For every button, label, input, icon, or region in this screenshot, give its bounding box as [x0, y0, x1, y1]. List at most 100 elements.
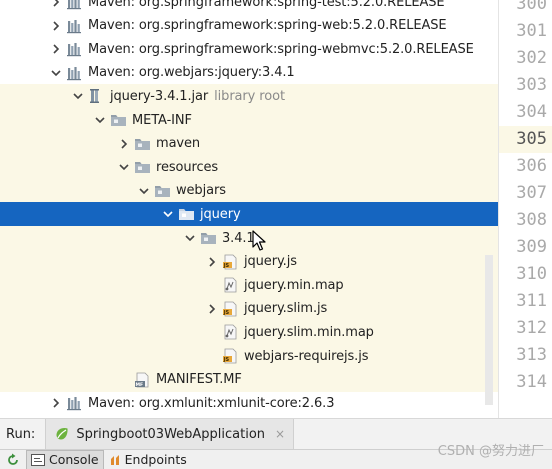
- line-number: 314: [516, 372, 547, 392]
- chevron-down-icon[interactable]: [116, 159, 132, 175]
- chevron-right-icon[interactable]: [48, 0, 64, 10]
- tree-row[interactable]: META-INF: [0, 108, 498, 132]
- js-file-icon: JS: [222, 254, 240, 270]
- tree-row[interactable]: jquery-3.4.1.jar library root: [0, 84, 498, 109]
- package-folder-icon: [178, 206, 196, 222]
- tree-row[interactable]: jquery.slim.min.map: [0, 320, 498, 345]
- svg-text:JS: JS: [223, 357, 230, 363]
- chevron-down-icon[interactable]: [48, 65, 64, 81]
- chevron-right-icon[interactable]: [116, 136, 132, 152]
- tree-row-label: META-INF: [132, 112, 192, 128]
- tree-row[interactable]: MF MANIFEST.MF: [0, 367, 498, 392]
- run-tab[interactable]: Springboot03WebApplication ×: [45, 419, 295, 449]
- line-number: 307: [516, 183, 547, 203]
- tree-row[interactable]: resources: [0, 155, 498, 180]
- chevron-right-icon[interactable]: [48, 395, 64, 411]
- tree-row-label: webjars: [176, 183, 226, 199]
- tree-row-label: webjars-requirejs.js: [244, 348, 369, 364]
- line-number: 305: [499, 126, 552, 153]
- rerun-icon: [6, 453, 20, 467]
- line-number: 301: [516, 21, 547, 41]
- tree-row-label: Maven: org.springframework:spring-web:5.…: [88, 18, 447, 34]
- tree-row-label: MANIFEST.MF: [156, 372, 242, 388]
- tree-row[interactable]: jquery.min.map: [0, 273, 498, 298]
- tree-row-label: Maven: org.xmlunit:xmlunit-core:2.6.3: [88, 395, 335, 411]
- tree-row-label: jquery.js: [244, 254, 297, 270]
- tree-row-label: maven: [156, 136, 201, 152]
- line-number: 304: [516, 102, 547, 122]
- library-icon: [66, 65, 84, 81]
- tree-row[interactable]: Maven: org.webjars:jquery:3.4.1: [0, 61, 498, 85]
- tree-row-hint: library root: [214, 88, 285, 104]
- tree-row-label: jquery-3.4.1.jar: [110, 88, 209, 104]
- chevron-down-icon[interactable]: [70, 88, 86, 104]
- tree-row[interactable]: 3.4.1: [0, 226, 498, 250]
- line-number: 310: [516, 264, 547, 284]
- endpoints-icon: [108, 453, 122, 467]
- tree-row-selected[interactable]: jquery: [0, 202, 498, 227]
- js-file-icon: JS: [222, 301, 240, 317]
- line-number: 313: [516, 345, 547, 365]
- tree-row-label: jquery: [200, 206, 241, 222]
- svg-text:JS: JS: [223, 310, 230, 316]
- package-folder-icon: [154, 183, 172, 199]
- tree-row[interactable]: maven: [0, 131, 498, 156]
- line-number: 306: [516, 156, 547, 176]
- tree-row-label: Maven: org.springframework:spring-webmvc…: [88, 41, 474, 57]
- tree-row[interactable]: Maven: org.springframework:spring-web:5.…: [0, 14, 498, 38]
- map-file-icon: [222, 324, 240, 340]
- tree-row-label: jquery.slim.min.map: [244, 324, 374, 340]
- tree-row[interactable]: Maven: org.xmlunit:xmlunit-core:2.6.3: [0, 391, 498, 415]
- rerun-button[interactable]: [0, 450, 26, 469]
- tree-row[interactable]: JS jquery.slim.js: [0, 296, 498, 321]
- map-file-icon: [222, 277, 240, 293]
- chevron-down-icon[interactable]: [160, 206, 176, 222]
- close-icon[interactable]: ×: [275, 427, 285, 441]
- console-icon: [31, 453, 45, 466]
- tree-row[interactable]: Maven: org.springframework:spring-test:5…: [0, 0, 498, 14]
- tree-row[interactable]: JS jquery.js: [0, 249, 498, 274]
- chevron-right-icon[interactable]: [48, 18, 64, 34]
- console-tab[interactable]: Console: [26, 449, 104, 469]
- chevron-right-icon[interactable]: [204, 254, 220, 270]
- line-number: 303: [516, 75, 547, 95]
- js-file-icon: JS: [222, 348, 240, 364]
- tree-row-label: jquery.min.map: [244, 277, 344, 293]
- chevron-down-icon[interactable]: [136, 183, 152, 199]
- endpoints-tab[interactable]: Endpoints: [104, 450, 191, 469]
- tree-row-label: resources: [156, 159, 219, 175]
- watermark: CSDN @努力进厂: [437, 444, 544, 459]
- tree-row[interactable]: webjars: [0, 178, 498, 203]
- library-icon: [66, 0, 84, 10]
- line-number: 300: [516, 0, 547, 14]
- tree-row[interactable]: Maven: org.springframework:spring-webmvc…: [0, 37, 498, 61]
- svg-text:JS: JS: [223, 263, 230, 269]
- run-label: Run:: [6, 426, 36, 442]
- run-tab-label: Springboot03WebApplication: [76, 426, 266, 442]
- package-folder-icon: [110, 112, 128, 128]
- tree-row[interactable]: JS webjars-requirejs.js: [0, 344, 498, 368]
- line-number: 308: [516, 210, 547, 230]
- package-folder-icon: [134, 159, 152, 175]
- spring-boot-icon: [54, 426, 70, 442]
- manifest-file-icon: MF: [134, 372, 152, 388]
- line-number: 312: [516, 318, 547, 338]
- tree-row-label: Maven: org.springframework:spring-test:5…: [88, 0, 445, 10]
- line-number: 311: [516, 291, 547, 311]
- chevron-right-icon[interactable]: [48, 41, 64, 57]
- library-icon: [66, 18, 84, 34]
- tree-row-label: jquery.slim.js: [244, 301, 328, 317]
- editor-gutter: 300 301 302 303 304 305 306 307 308 309 310 311 312 3…: [498, 0, 552, 418]
- jar-icon: [88, 88, 106, 104]
- library-icon: [66, 41, 84, 57]
- package-folder-icon: [200, 230, 218, 246]
- package-folder-icon: [134, 136, 152, 152]
- tree-scrollbar-thumb[interactable]: [485, 255, 493, 405]
- tree-row-label: Maven: org.webjars:jquery:3.4.1: [88, 65, 295, 81]
- chevron-right-icon[interactable]: [204, 301, 220, 317]
- chevron-down-icon[interactable]: [182, 230, 198, 246]
- line-number: 309: [516, 237, 547, 257]
- line-number: 302: [516, 48, 547, 68]
- chevron-down-icon[interactable]: [92, 112, 108, 128]
- endpoints-tab-label: Endpoints: [124, 452, 187, 467]
